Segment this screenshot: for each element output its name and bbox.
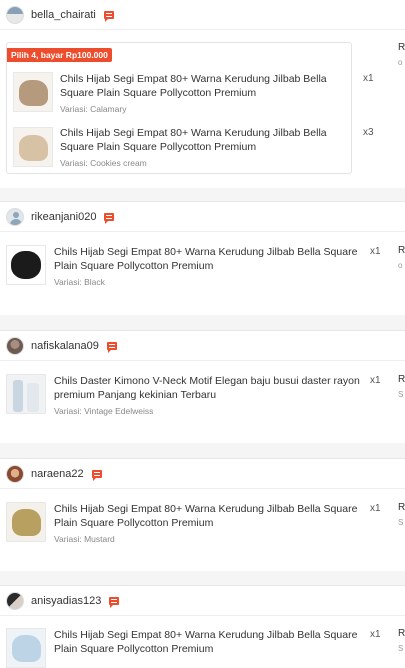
avatar[interactable]: [6, 5, 24, 24]
side-column-text: R: [398, 42, 405, 53]
product-qty: x1: [370, 246, 381, 257]
side-column-text: R: [398, 374, 405, 385]
order-card: anisyadias123 Chils Hijab Segi Empat 80+…: [0, 585, 405, 668]
product-thumbnail[interactable]: [13, 127, 53, 167]
product-thumbnail[interactable]: [6, 502, 46, 542]
avatar[interactable]: [6, 207, 24, 226]
product-qty: x1: [363, 73, 374, 84]
separator: [0, 315, 405, 330]
avatar[interactable]: [6, 336, 24, 355]
order-header: naraena22: [0, 459, 405, 489]
product-thumbnail[interactable]: [13, 72, 53, 112]
product-variant: Variasi: Cookies cream: [60, 158, 147, 168]
product-name[interactable]: Chils Hijab Segi Empat 80+ Warna Kerudun…: [60, 72, 358, 100]
bundle-box: Pilih 4, bayar Rp100.000 Chils Hijab Seg…: [6, 42, 374, 174]
avatar[interactable]: [6, 591, 24, 610]
product-variant: Variasi: Vintage Edelweiss: [54, 406, 154, 416]
product-name[interactable]: Chils Hijab Segi Empat 80+ Warna Kerudun…: [54, 502, 364, 530]
order-card: nafiskalana09 Chils Daster Kimono V-Neck…: [0, 330, 405, 444]
shop-username[interactable]: nafiskalana09: [31, 340, 99, 352]
promo-badge: Pilih 4, bayar Rp100.000: [7, 48, 112, 62]
separator: [0, 571, 405, 585]
side-column-sub: S: [398, 644, 404, 653]
shop-username[interactable]: anisyadias123: [31, 595, 101, 607]
product-qty: x1: [370, 375, 381, 386]
shop-username[interactable]: naraena22: [31, 468, 84, 480]
chat-icon[interactable]: [109, 596, 120, 608]
order-header: bella_chairati: [0, 0, 405, 30]
separator: [0, 188, 405, 201]
side-column-sub: S: [398, 390, 404, 399]
product-variant: Variasi: Calamary: [60, 104, 127, 114]
product-name[interactable]: Chils Hijab Segi Empat 80+ Warna Kerudun…: [54, 245, 364, 273]
product-variant: Variasi: Mustard: [54, 534, 115, 544]
product-name[interactable]: Chils Hijab Segi Empat 80+ Warna Kerudun…: [54, 628, 364, 656]
product-thumbnail[interactable]: [6, 628, 46, 668]
side-column-text: R: [398, 628, 405, 639]
side-column-text: R: [398, 502, 405, 513]
chat-icon[interactable]: [103, 10, 114, 22]
avatar[interactable]: [6, 464, 24, 483]
order-header: nafiskalana09: [0, 331, 405, 361]
product-name[interactable]: Chils Daster Kimono V-Neck Motif Elegan …: [54, 374, 364, 402]
product-variant: Variasi: Black: [54, 277, 105, 287]
chat-icon[interactable]: [104, 212, 115, 224]
product-qty: x1: [370, 503, 381, 514]
separator: [0, 443, 405, 458]
side-column-sub: o: [398, 261, 403, 270]
product-thumbnail[interactable]: [6, 245, 46, 285]
product-name[interactable]: Chils Hijab Segi Empat 80+ Warna Kerudun…: [60, 126, 358, 154]
chat-icon[interactable]: [106, 341, 117, 353]
chat-icon[interactable]: [91, 469, 102, 481]
product-qty: x1: [370, 629, 381, 640]
side-column-sub: o: [398, 58, 403, 67]
side-column-sub: S: [398, 518, 404, 527]
side-column-text: R: [398, 245, 405, 256]
shop-username[interactable]: bella_chairati: [31, 9, 96, 21]
order-header: anisyadias123: [0, 586, 405, 616]
product-qty: x3: [363, 127, 374, 138]
order-header: rikeanjani020: [0, 202, 405, 232]
order-card: bella_chairati Pilih 4, bayar Rp100.000 …: [0, 0, 405, 188]
order-card: naraena22 Chils Hijab Segi Empat 80+ War…: [0, 458, 405, 572]
shop-username[interactable]: rikeanjani020: [31, 211, 96, 223]
product-thumbnail[interactable]: [6, 374, 46, 414]
order-card: rikeanjani020 Chils Hijab Segi Empat 80+…: [0, 201, 405, 316]
